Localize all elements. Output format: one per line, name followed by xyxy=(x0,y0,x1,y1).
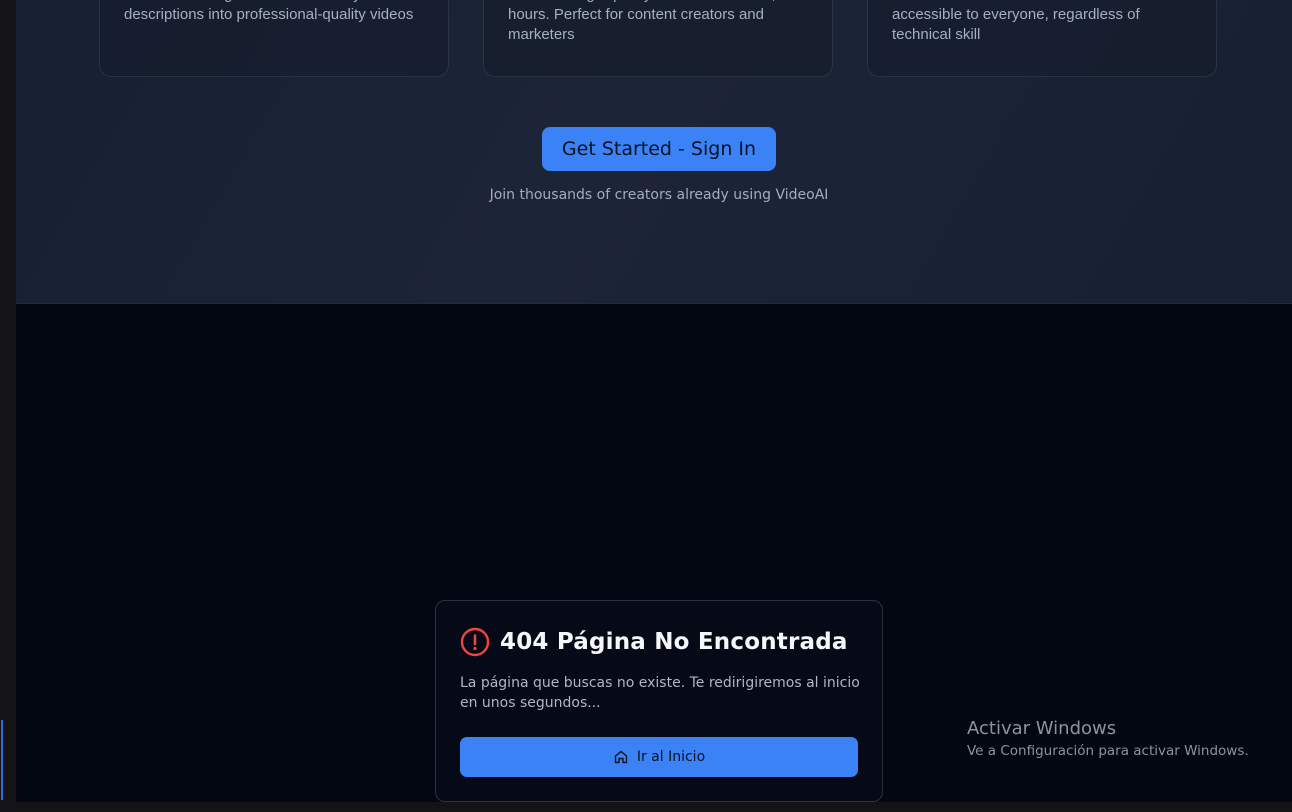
feature-card-description: Generate high-quality videos in minutes,… xyxy=(508,0,801,43)
go-home-button[interactable]: Ir al Inicio xyxy=(460,737,858,777)
windows-activation-watermark: Activar Windows Ve a Configuración para … xyxy=(967,718,1249,759)
dialog-message: La página que buscas no existe. Te redir… xyxy=(460,675,860,711)
feature-card-ease: Intuitive interface makes video creation… xyxy=(867,0,1217,77)
window-left-edge xyxy=(0,0,17,812)
window-bottom-edge xyxy=(0,802,1292,812)
not-found-dialog: 404 Página No Encontrada La página que b… xyxy=(435,600,883,802)
feature-card-description: Advanced AI algorithms transform your te… xyxy=(124,0,414,23)
alert-circle-icon xyxy=(460,627,490,657)
watermark-subtitle: Ve a Configuración para activar Windows. xyxy=(967,743,1249,759)
go-home-label: Ir al Inicio xyxy=(636,749,706,765)
page-viewport[interactable]: Advanced AI algorithms transform your te… xyxy=(16,0,1292,802)
feature-card-speed: Generate high-quality videos in minutes,… xyxy=(483,0,833,77)
left-edge-highlight xyxy=(1,720,3,800)
cta-subtext: Join thousands of creators already using… xyxy=(489,187,829,203)
hero-section: Advanced AI algorithms transform your te… xyxy=(16,0,1292,304)
home-icon xyxy=(613,749,629,765)
watermark-title: Activar Windows xyxy=(967,718,1117,739)
dialog-header: 404 Página No Encontrada xyxy=(460,627,848,657)
dialog-title: 404 Página No Encontrada xyxy=(500,629,848,655)
feature-card-description: Intuitive interface makes video creation… xyxy=(892,0,1151,43)
get-started-button[interactable]: Get Started - Sign In xyxy=(542,127,776,171)
feature-card-ai: Advanced AI algorithms transform your te… xyxy=(99,0,449,77)
